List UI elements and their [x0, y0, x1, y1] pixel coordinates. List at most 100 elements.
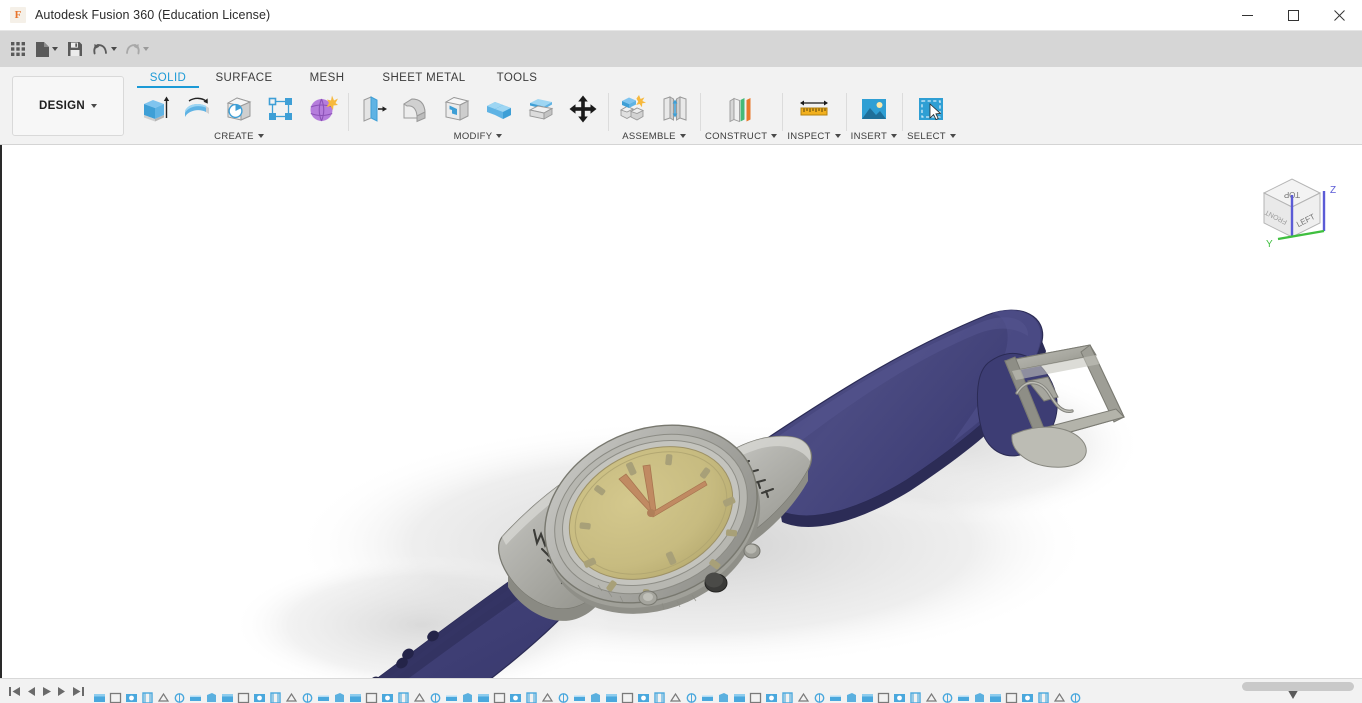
timeline-feature[interactable]	[941, 691, 954, 703]
timeline-feature[interactable]	[909, 691, 922, 703]
minimize-button[interactable]	[1224, 0, 1270, 31]
undo-button[interactable]	[89, 35, 120, 63]
timeline-feature[interactable]	[717, 691, 730, 703]
timeline-bar[interactable]	[0, 678, 1362, 703]
timeline-feature[interactable]	[1037, 691, 1050, 703]
panel-create-caret-icon[interactable]	[257, 134, 264, 138]
timeline-feature[interactable]	[845, 691, 858, 703]
timeline-feature[interactable]	[397, 691, 410, 703]
timeline-feature[interactable]	[685, 691, 698, 703]
measure-tool[interactable]	[794, 90, 834, 128]
timeline-feature[interactable]	[509, 691, 522, 703]
insert-image-tool[interactable]	[854, 90, 894, 128]
timeline-feature[interactable]	[765, 691, 778, 703]
panel-modify-label[interactable]: MODIFY	[353, 129, 603, 143]
timeline-feature[interactable]	[173, 691, 186, 703]
panel-insert-caret-icon[interactable]	[891, 134, 898, 138]
timeline-feature[interactable]	[893, 691, 906, 703]
timeline-feature[interactable]	[205, 691, 218, 703]
timeline-feature[interactable]	[733, 691, 746, 703]
view-cube[interactable]: TOP LEFT FRONT Z Y	[1242, 157, 1342, 257]
timeline-feature[interactable]	[925, 691, 938, 703]
timeline-feature[interactable]	[349, 691, 362, 703]
timeline-feature[interactable]	[109, 691, 122, 703]
timeline-feature[interactable]	[861, 691, 874, 703]
shell-tool[interactable]	[437, 90, 477, 128]
panel-inspect-caret-icon[interactable]	[834, 134, 841, 138]
timeline-feature[interactable]	[333, 691, 346, 703]
panel-create-label[interactable]: CREATE	[135, 129, 343, 143]
maximize-button[interactable]	[1270, 0, 1316, 31]
create-form-tool[interactable]	[303, 90, 343, 128]
timeline-feature[interactable]	[381, 691, 394, 703]
timeline-feature[interactable]	[1069, 691, 1082, 703]
extrude-tool[interactable]	[135, 90, 175, 128]
timeline-feature[interactable]	[621, 691, 634, 703]
show-data-panel-button[interactable]	[5, 35, 31, 63]
timeline-feature[interactable]	[141, 691, 154, 703]
timeline-feature[interactable]	[445, 691, 458, 703]
split-face-tool[interactable]	[521, 90, 561, 128]
panel-inspect-label[interactable]: INSPECT	[787, 129, 841, 143]
timeline-feature[interactable]	[269, 691, 282, 703]
timeline-feature[interactable]	[221, 691, 234, 703]
panel-select-label[interactable]: SELECT	[907, 129, 956, 143]
offset-plane-tool[interactable]	[721, 90, 761, 128]
timeline-feature[interactable]	[829, 691, 842, 703]
timeline-feature[interactable]	[605, 691, 618, 703]
revolve-tool[interactable]	[177, 90, 217, 128]
workspace-selector-caret-icon[interactable]	[90, 104, 97, 108]
timeline-feature[interactable]	[493, 691, 506, 703]
save-button[interactable]	[62, 35, 88, 63]
panel-assemble-caret-icon[interactable]	[679, 134, 686, 138]
tab-mesh[interactable]: MESH	[289, 67, 365, 88]
move-copy-tool[interactable]	[563, 90, 603, 128]
timeline-feature[interactable]	[653, 691, 666, 703]
timeline-scrollbar[interactable]	[1242, 682, 1354, 691]
timeline-feature[interactable]	[541, 691, 554, 703]
timeline-feature-list[interactable]	[85, 679, 1082, 703]
new-component-tool[interactable]	[613, 90, 653, 128]
3d-viewport[interactable]: TOP LEFT FRONT Z Y	[0, 145, 1362, 678]
timeline-feature[interactable]	[525, 691, 538, 703]
timeline-feature[interactable]	[1053, 691, 1066, 703]
select-tool[interactable]	[911, 90, 951, 128]
redo-caret-icon[interactable]	[143, 47, 149, 51]
new-file-button[interactable]	[32, 35, 61, 63]
joint-tool[interactable]	[655, 90, 695, 128]
timeline-feature[interactable]	[461, 691, 474, 703]
panel-assemble-label[interactable]: ASSEMBLE	[613, 129, 695, 143]
panel-modify-caret-icon[interactable]	[496, 134, 503, 138]
timeline-feature[interactable]	[637, 691, 650, 703]
timeline-feature[interactable]	[93, 691, 106, 703]
undo-caret-icon[interactable]	[111, 47, 117, 51]
timeline-feature[interactable]	[317, 691, 330, 703]
fillet-tool[interactable]	[395, 90, 435, 128]
timeline-feature[interactable]	[957, 691, 970, 703]
tab-solid[interactable]: SOLID	[137, 67, 199, 88]
panel-insert-label[interactable]: INSERT	[851, 129, 898, 143]
timeline-feature[interactable]	[701, 691, 714, 703]
tab-tools[interactable]: TOOLS	[483, 67, 551, 88]
panel-select-caret-icon[interactable]	[949, 134, 956, 138]
timeline-feature[interactable]	[253, 691, 266, 703]
timeline-feature[interactable]	[877, 691, 890, 703]
timeline-feature[interactable]	[669, 691, 682, 703]
timeline-feature[interactable]	[477, 691, 490, 703]
timeline-feature[interactable]	[589, 691, 602, 703]
timeline-feature[interactable]	[285, 691, 298, 703]
timeline-feature[interactable]	[157, 691, 170, 703]
timeline-feature[interactable]	[813, 691, 826, 703]
timeline-feature[interactable]	[301, 691, 314, 703]
timeline-feature[interactable]	[749, 691, 762, 703]
timeline-feature[interactable]	[781, 691, 794, 703]
timeline-feature[interactable]	[125, 691, 138, 703]
hole-tool[interactable]	[219, 90, 259, 128]
panel-construct-caret-icon[interactable]	[771, 134, 778, 138]
press-pull-tool[interactable]	[353, 90, 393, 128]
timeline-feature[interactable]	[973, 691, 986, 703]
tab-surface[interactable]: SURFACE	[199, 67, 289, 88]
combine-tool[interactable]	[479, 90, 519, 128]
timeline-feature[interactable]	[365, 691, 378, 703]
timeline-feature[interactable]	[1005, 691, 1018, 703]
